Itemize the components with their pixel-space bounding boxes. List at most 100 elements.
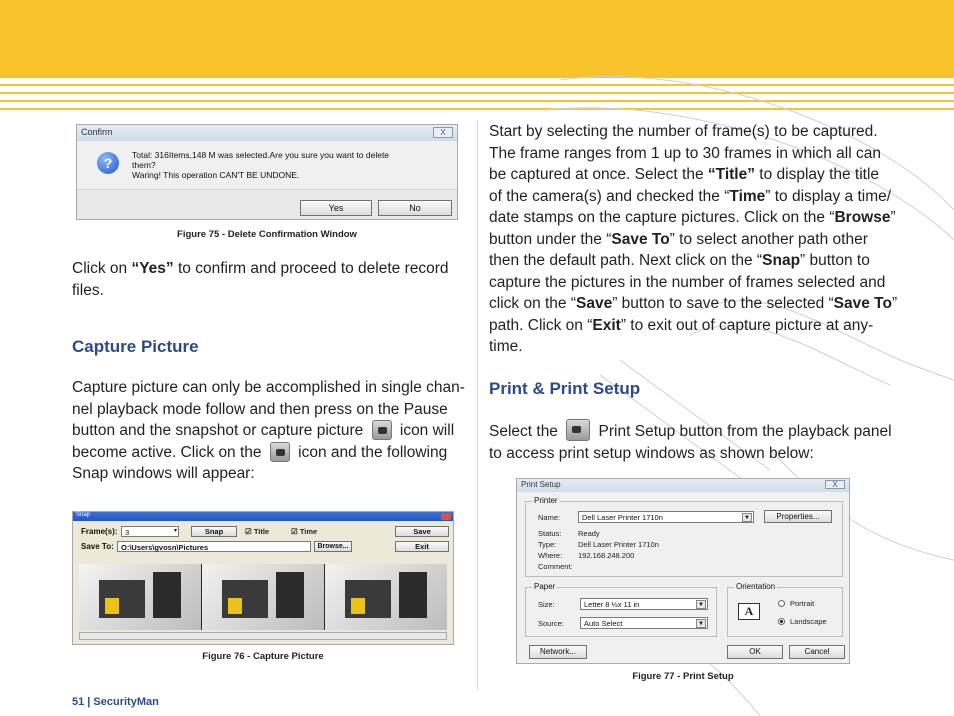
exit-button[interactable]: Exit bbox=[395, 541, 449, 552]
header-band bbox=[0, 0, 954, 78]
text-bold: Exit bbox=[592, 316, 621, 334]
text: icon will bbox=[395, 422, 455, 439]
text: The frame ranges from 1 up to 30 frames … bbox=[489, 144, 881, 162]
printer-group-label: Printer bbox=[532, 496, 560, 505]
type-label: Type: bbox=[538, 540, 557, 549]
figure-caption: Figure 76 - Capture Picture bbox=[202, 651, 324, 662]
confirm-message-line: Total: 316Items,148 M was selected.Are y… bbox=[132, 150, 390, 160]
paper-source-select[interactable]: Auto Select ▼ bbox=[580, 617, 708, 629]
text-bold: Browse bbox=[834, 209, 891, 226]
text: of the camera(s) and checked the “ bbox=[489, 187, 730, 205]
printer-group: Printer Name: Dell Laser Printer 1710n ▼ … bbox=[525, 496, 843, 577]
text: path. Click on “ bbox=[489, 316, 593, 334]
horizontal-scrollbar[interactable] bbox=[79, 632, 447, 640]
cancel-button[interactable]: Cancel bbox=[789, 645, 845, 659]
paragraph-print-setup: Select the Print Setup button from the p… bbox=[489, 419, 909, 464]
printer-setup-icon bbox=[566, 419, 591, 441]
printer-name-select[interactable]: Dell Laser Printer 1710n ▼ bbox=[578, 511, 754, 523]
saveto-path-field[interactable]: O:\Users\gvosn\Pictures bbox=[117, 541, 311, 552]
text: ” to display a time/ bbox=[765, 187, 892, 205]
confirm-message: Total: 316Items,148 M was selected.Are y… bbox=[132, 150, 432, 180]
name-label: Name: bbox=[538, 513, 561, 522]
captured-frame bbox=[79, 564, 201, 630]
header-rule bbox=[0, 92, 954, 94]
no-button[interactable]: No bbox=[378, 200, 452, 216]
text: ” button to save to the selected “ bbox=[612, 295, 834, 312]
landscape-radio[interactable] bbox=[778, 618, 785, 625]
text: files. bbox=[72, 281, 104, 299]
chevron-down-icon: ▾ bbox=[173, 528, 177, 534]
camera-icon bbox=[371, 420, 392, 440]
text: time. bbox=[489, 338, 523, 355]
close-button[interactable]: X bbox=[825, 480, 845, 489]
paragraph-snap-instructions: Start by selecting the number of frame(s… bbox=[489, 121, 909, 358]
snap-button[interactable]: Snap bbox=[191, 526, 237, 537]
text: button and the snapshot or capture pictu… bbox=[72, 422, 368, 439]
comment-label: Comment: bbox=[538, 562, 573, 571]
text: Capture picture can only be accomplished… bbox=[72, 379, 465, 396]
text-bold: Time bbox=[729, 187, 766, 205]
close-icon[interactable] bbox=[441, 513, 451, 520]
where-value: 192.168.248.200 bbox=[578, 551, 635, 560]
print-setup-title: Print Setup bbox=[521, 480, 561, 489]
captured-frame bbox=[202, 564, 324, 630]
source-label: Source: bbox=[538, 619, 564, 628]
save-button[interactable]: Save bbox=[395, 526, 449, 537]
text-bold: Snap bbox=[762, 252, 801, 269]
yes-button[interactable]: Yes bbox=[300, 200, 372, 216]
landscape-page-icon: A bbox=[738, 603, 760, 620]
confirm-message-line: them? bbox=[132, 160, 156, 170]
where-label: Where: bbox=[538, 551, 563, 560]
saveto-label: Save To: bbox=[81, 542, 114, 551]
portrait-radio[interactable] bbox=[778, 600, 785, 607]
status-label: Status: bbox=[538, 529, 562, 538]
text: Start by selecting the number of frame(s… bbox=[489, 123, 878, 140]
text-bold: Save To bbox=[611, 230, 670, 248]
paper-source-value: Auto Select bbox=[584, 619, 623, 628]
type-value: Dell Laser Printer 1710n bbox=[578, 540, 659, 549]
page-footer: 51 | SecurityMan bbox=[72, 696, 159, 708]
size-label: Size: bbox=[538, 600, 555, 609]
text: nel playback mode follow and then press … bbox=[72, 400, 448, 418]
paragraph-yes: Click on “Yes” to confirm and proceed to… bbox=[72, 258, 472, 301]
chevron-down-icon: ▼ bbox=[742, 513, 752, 522]
title-checkbox[interactable]: ☑ Title bbox=[245, 527, 269, 536]
time-checkbox-label: Time bbox=[299, 527, 318, 536]
browse-button[interactable]: Browse... bbox=[314, 541, 352, 552]
chevron-down-icon: ▼ bbox=[696, 600, 706, 609]
snap-title: Snap bbox=[76, 512, 91, 518]
text: capture the pictures in the number of fr… bbox=[489, 273, 886, 291]
heading-capture-picture: Capture Picture bbox=[72, 337, 199, 356]
orientation-group-label: Orientation bbox=[734, 582, 778, 591]
ok-button[interactable]: OK bbox=[727, 645, 783, 659]
text: then the default path. Next click on the… bbox=[489, 252, 763, 269]
heading-print-setup: Print & Print Setup bbox=[489, 379, 641, 398]
confirm-dialog-titlebar: Confirm X bbox=[77, 125, 457, 141]
network-button[interactable]: Network... bbox=[529, 645, 587, 659]
figure-caption: Figure 77 - Print Setup bbox=[632, 671, 734, 682]
printer-name-value: Dell Laser Printer 1710n bbox=[582, 513, 663, 522]
text: click on the “ bbox=[489, 295, 577, 312]
snap-titlebar: Snap bbox=[73, 512, 453, 521]
text: to access print setup windows as shown b… bbox=[489, 444, 814, 462]
text-bold: Save bbox=[576, 295, 613, 312]
orientation-group: Orientation A Portrait Landscape bbox=[727, 582, 843, 637]
captured-frames bbox=[79, 564, 447, 630]
time-checkbox[interactable]: ☑ Time bbox=[291, 527, 317, 536]
paper-size-select[interactable]: Letter 8 ½x 11 in ▼ bbox=[580, 598, 708, 610]
confirm-warning: Waring! This operation CAN'T BE UNDONE. bbox=[132, 170, 300, 180]
landscape-label: Landscape bbox=[790, 617, 827, 626]
header-rule bbox=[0, 84, 954, 86]
text: become active. Click on the bbox=[72, 443, 266, 461]
print-setup-titlebar: Print Setup X bbox=[517, 479, 849, 492]
question-icon: ? bbox=[97, 152, 119, 174]
text: ” to exit out of capture picture at any- bbox=[620, 316, 874, 334]
text: be captured at once. Select the bbox=[489, 166, 708, 183]
column-divider bbox=[477, 120, 478, 690]
text: Snap windows will appear: bbox=[72, 465, 255, 482]
close-button[interactable]: X bbox=[433, 127, 453, 138]
text-bold: “Yes” bbox=[131, 260, 174, 277]
status-value: Ready bbox=[578, 529, 600, 538]
properties-button[interactable]: Properties... bbox=[764, 510, 832, 523]
frames-select[interactable]: 3 ▾ bbox=[121, 526, 179, 537]
